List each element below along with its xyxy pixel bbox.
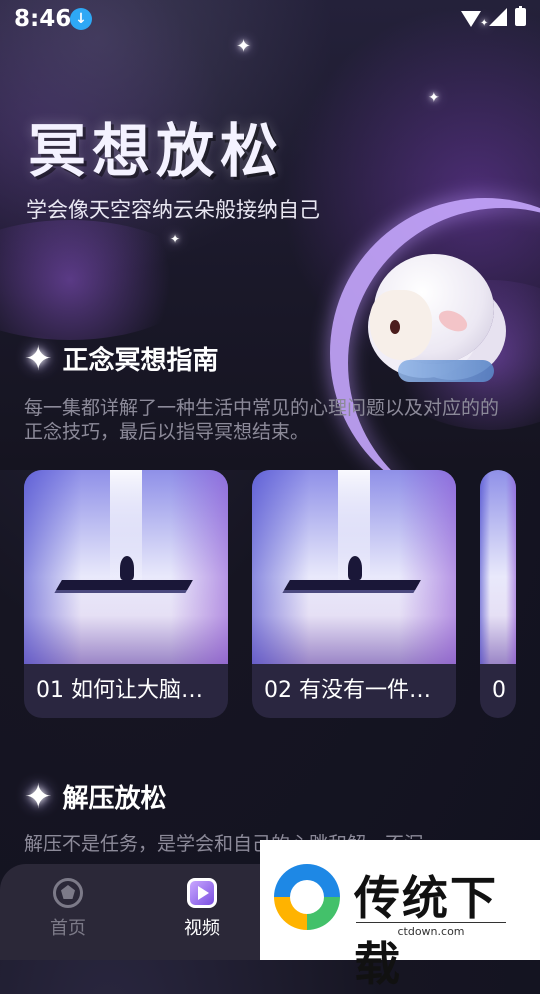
meditation-thumbnail — [480, 470, 516, 664]
home-pentagon-icon — [53, 878, 83, 908]
sparkle-icon: ✦ — [24, 338, 53, 379]
meditation-thumbnail — [24, 470, 228, 664]
section-description: 每一集都详解了一种生活中常见的心理问题以及对应的的正念技巧，最后以指导冥想结束。 — [24, 397, 500, 443]
section-header-mindfulness: ✦ 正念冥想指南 — [24, 340, 219, 377]
meditation-thumbnail — [252, 470, 456, 664]
section-header-relax: ✦ 解压放松 — [24, 778, 167, 815]
status-icons — [461, 6, 526, 27]
star-icon: ✦ — [170, 232, 181, 246]
signal-icon — [489, 8, 507, 26]
watermark-logo-icon — [274, 864, 340, 930]
video-card[interactable]: 03 — [480, 470, 516, 718]
platform — [55, 580, 193, 590]
wifi-icon — [461, 11, 481, 27]
page-subtitle: 学会像天空容纳云朵般接纳自己 — [26, 198, 320, 222]
nav-label: 首页 — [50, 918, 86, 939]
video-card[interactable]: 01 如何让大脑… — [24, 470, 228, 718]
sheep-mascot — [360, 250, 500, 390]
star-icon: ✦ — [428, 90, 440, 106]
watermark-url: ctdown.com — [356, 922, 506, 938]
status-time: 8:46 — [14, 6, 72, 32]
meditating-figure — [119, 556, 134, 580]
meditating-figure — [347, 556, 362, 580]
page-title: 冥想放松 — [28, 117, 285, 185]
nav-label: 视频 — [184, 918, 220, 939]
section-title: 解压放松 — [62, 784, 167, 814]
mascot-eye — [390, 320, 400, 334]
download-icon: ↓ — [70, 8, 92, 30]
card-title: 01 如何让大脑… — [36, 678, 203, 703]
video-card[interactable]: 02 有没有一件… — [252, 470, 456, 718]
card-title: 03 — [492, 678, 506, 703]
bottom-nav: 首页 视频 — [0, 864, 300, 960]
sparkle-icon: ✦ — [24, 776, 53, 817]
battery-icon — [515, 6, 526, 26]
status-bar: 8:46 ↓ — [0, 0, 540, 40]
card-title: 02 有没有一件… — [264, 678, 431, 703]
video-play-icon — [187, 878, 217, 908]
nav-item-video[interactable]: 视频 — [162, 878, 242, 940]
nav-item-home[interactable]: 首页 — [28, 878, 108, 940]
platform — [283, 580, 421, 590]
mascot-scarf — [398, 360, 494, 382]
mascot-face — [370, 290, 432, 360]
watermark-overlay: 传统下载 ctdown.com — [260, 840, 540, 991]
section-title: 正念冥想指南 — [62, 346, 219, 376]
